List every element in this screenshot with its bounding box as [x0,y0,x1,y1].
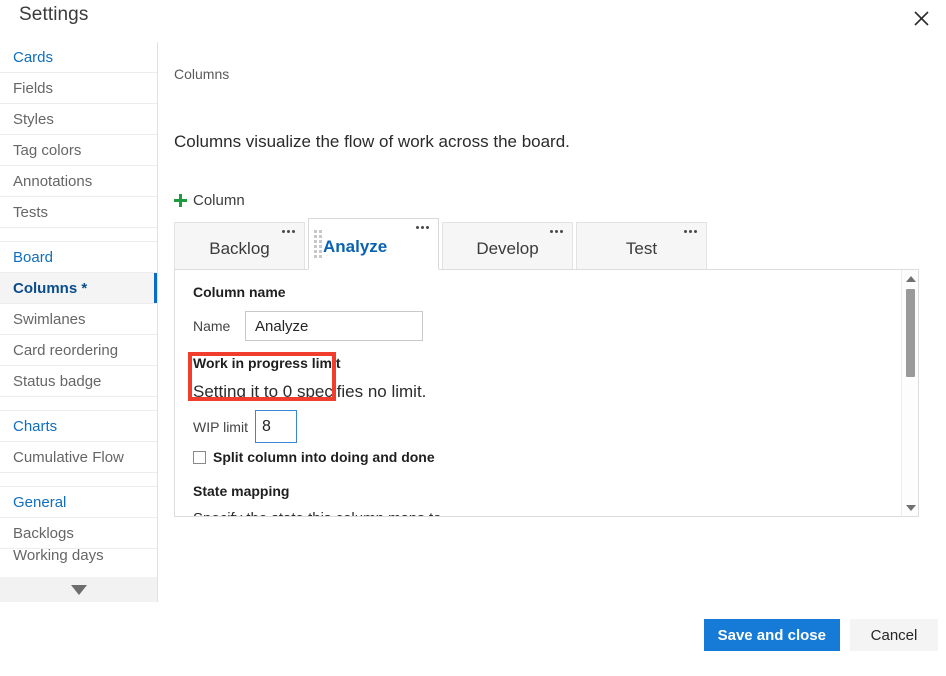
page-description: Columns visualize the flow of work acros… [174,132,570,151]
sidebar-item-fields[interactable]: Fields [0,73,157,104]
wip-limit-input[interactable] [255,410,297,443]
tab-develop-menu-icon[interactable] [550,230,563,233]
column-name-heading: Column name [193,284,286,300]
sidebar-item-styles[interactable]: Styles [0,104,157,135]
sidebar-group-general: General [0,487,157,518]
settings-sidebar[interactable]: Cards Fields Styles Tag colors Annotatio… [0,42,158,602]
scroll-down-arrow-icon[interactable] [902,499,918,516]
tab-backlog-menu-icon[interactable] [282,230,295,233]
wip-limit-label: WIP limit [193,418,248,435]
settings-main-content: Columns Columns visualize the flow of wo… [158,42,946,602]
sidebar-item-annotations[interactable]: Annotations [0,166,157,197]
sidebar-item-card-reordering[interactable]: Card reordering [0,335,157,366]
dialog-title: Settings [19,4,89,25]
dialog-titlebar: Settings [0,0,946,42]
wip-limit-heading: Work in progress limit [193,355,341,371]
close-button[interactable] [900,0,942,36]
sidebar-group-board: Board [0,242,157,273]
sidebar-item-working-days[interactable]: Working days [0,549,157,565]
tab-backlog-label: Backlog [209,239,270,258]
tab-test-label: Test [625,239,658,258]
split-column-label: Split column into doing and done [213,449,435,465]
breadcrumb: Columns [174,66,230,82]
tab-analyze-menu-icon[interactable] [416,226,429,229]
split-column-checkbox-row[interactable]: Split column into doing and done [193,449,883,465]
scroll-up-arrow-icon[interactable] [902,270,918,287]
tab-analyze[interactable]: Analyze [308,218,439,270]
sidebar-item-backlogs[interactable]: Backlogs [0,518,157,549]
sidebar-group-cards: Cards [0,42,157,73]
settings-dialog: Settings Cards Fields Styles Tag colors … [0,0,946,676]
column-settings-panel: Column name Name Work in progress limit … [174,269,919,517]
sidebar-divider-2 [0,397,157,411]
sidebar-item-columns[interactable]: Columns * [0,273,157,304]
sidebar-divider-3 [0,473,157,487]
tab-develop-label: Develop [476,239,539,258]
add-column-label: Column [193,192,245,209]
save-and-close-button[interactable]: Save and close [703,619,840,651]
sidebar-item-cumulative-flow[interactable]: Cumulative Flow [0,442,157,473]
tab-backlog[interactable]: Backlog [174,222,305,270]
state-mapping-sub: Specify the state this column maps to [193,510,883,516]
wip-limit-field-row: WIP limit [193,410,883,443]
wip-limit-hint: Setting it to 0 specifies no limit. [193,382,427,401]
name-input[interactable] [245,311,423,341]
split-column-checkbox[interactable] [193,450,206,464]
chevron-down-icon [70,584,87,595]
sidebar-item-status-badge[interactable]: Status badge [0,366,157,397]
state-mapping-heading: State mapping [193,483,290,499]
sidebar-scroll-down-button[interactable] [0,577,158,602]
plus-icon [174,194,187,207]
sidebar-item-swimlanes[interactable]: Swimlanes [0,304,157,335]
drag-handle-icon[interactable] [314,229,322,259]
sidebar-divider-1 [0,228,157,242]
name-field-row: Name [193,311,883,341]
sidebar-group-charts: Charts [0,411,157,442]
column-settings-form: Column name Name Work in progress limit … [175,270,901,516]
close-icon [913,10,929,26]
cancel-button[interactable]: Cancel [850,619,938,651]
tab-develop[interactable]: Develop [442,222,573,270]
column-tabs: Backlog Analyze Develop Test [174,218,719,270]
scrollbar-thumb[interactable] [906,289,915,377]
panel-scrollbar[interactable] [901,270,918,516]
sidebar-item-tests[interactable]: Tests [0,197,157,228]
tab-analyze-label: Analyze [323,237,388,256]
add-column-button[interactable]: Column [174,192,245,209]
dialog-footer: Save and close Cancel [0,602,946,676]
sidebar-item-tag-colors[interactable]: Tag colors [0,135,157,166]
tab-test-menu-icon[interactable] [684,230,697,233]
name-label: Name [193,318,231,334]
tab-test[interactable]: Test [576,222,707,270]
